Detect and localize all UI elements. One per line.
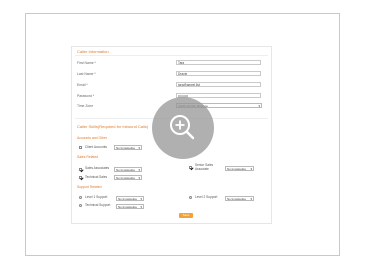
chevron-down-icon: ▾	[140, 197, 142, 201]
senior-sales-associate-value: No knowledge	[227, 167, 247, 171]
chevron-down-icon: ▾	[138, 176, 140, 180]
sales-associates-value: No knowledge	[116, 168, 136, 172]
client-accounts-value: No knowledge	[116, 146, 136, 150]
level-1-support-label: Level 1 Support	[85, 195, 108, 199]
technical-sales-value: No knowledge	[116, 176, 136, 180]
first-name-input[interactable]: Tara	[176, 60, 261, 65]
level-2-support-select[interactable]: No knowledge ▾	[225, 196, 254, 201]
client-accounts-label: Client Accounts	[85, 145, 107, 149]
zoom-overlay[interactable]	[152, 97, 214, 159]
chevron-down-icon: ▾	[258, 104, 260, 108]
last-name-label: Last Name *	[77, 72, 96, 76]
level-1-support-value: No knowledge	[118, 197, 138, 201]
technical-sales-select[interactable]: No knowledge ▾	[114, 175, 142, 180]
chevron-down-icon: ▾	[250, 167, 252, 171]
client-accounts-checkbox[interactable]	[79, 146, 82, 149]
chevron-down-icon: ▾	[140, 205, 142, 209]
sales-associates-select[interactable]: No knowledge ▾	[114, 167, 142, 172]
level-2-support-label: Level 2 Support	[195, 195, 218, 199]
email-label: Email *	[77, 83, 88, 87]
technical-support-label: Technical Support	[85, 203, 111, 207]
time-zone-label: Time Zone	[77, 104, 94, 108]
level-2-support-value: No knowledge	[227, 197, 247, 201]
group-title-support: Support Related	[77, 185, 102, 189]
caller-information-heading: Caller Information	[77, 49, 109, 54]
group-title-accounts: Accounts and Other	[77, 136, 107, 140]
first-name-label: First Name *	[77, 61, 96, 65]
senior-sales-associate-label: Senior Sales Associate	[195, 163, 214, 171]
save-button[interactable]: Save	[179, 213, 193, 218]
chevron-down-icon: ▾	[250, 197, 252, 201]
group-title-sales: Sales Related	[77, 155, 99, 159]
caller-skills-heading: Caller Skills(Required for Inbound Calls…	[77, 124, 149, 129]
sales-associates-label: Sales Associates	[85, 166, 110, 170]
technical-support-value: No knowledge	[118, 205, 138, 209]
chevron-down-icon: ▾	[138, 168, 140, 172]
last-name-input[interactable]: Dravie	[176, 71, 261, 76]
divider	[75, 55, 268, 56]
sales-associates-checkbox[interactable]	[79, 168, 82, 171]
technical-sales-checkbox[interactable]	[79, 176, 82, 179]
technical-sales-label: Technical Sales	[85, 175, 108, 179]
chevron-down-icon: ▾	[138, 146, 140, 150]
client-accounts-select[interactable]: No knowledge ▾	[114, 145, 142, 150]
senior-sales-associate-select[interactable]: No knowledge ▾	[225, 166, 254, 171]
zoom-in-icon	[170, 115, 195, 140]
level-1-support-select[interactable]: No knowledge ▾	[116, 196, 144, 201]
senior-sales-associate-checkbox[interactable]	[189, 166, 192, 169]
technical-support-select[interactable]: No knowledge ▾	[116, 204, 144, 209]
password-label: Password *	[77, 94, 95, 98]
email-input[interactable]: tara@aewel.llst	[176, 82, 261, 87]
